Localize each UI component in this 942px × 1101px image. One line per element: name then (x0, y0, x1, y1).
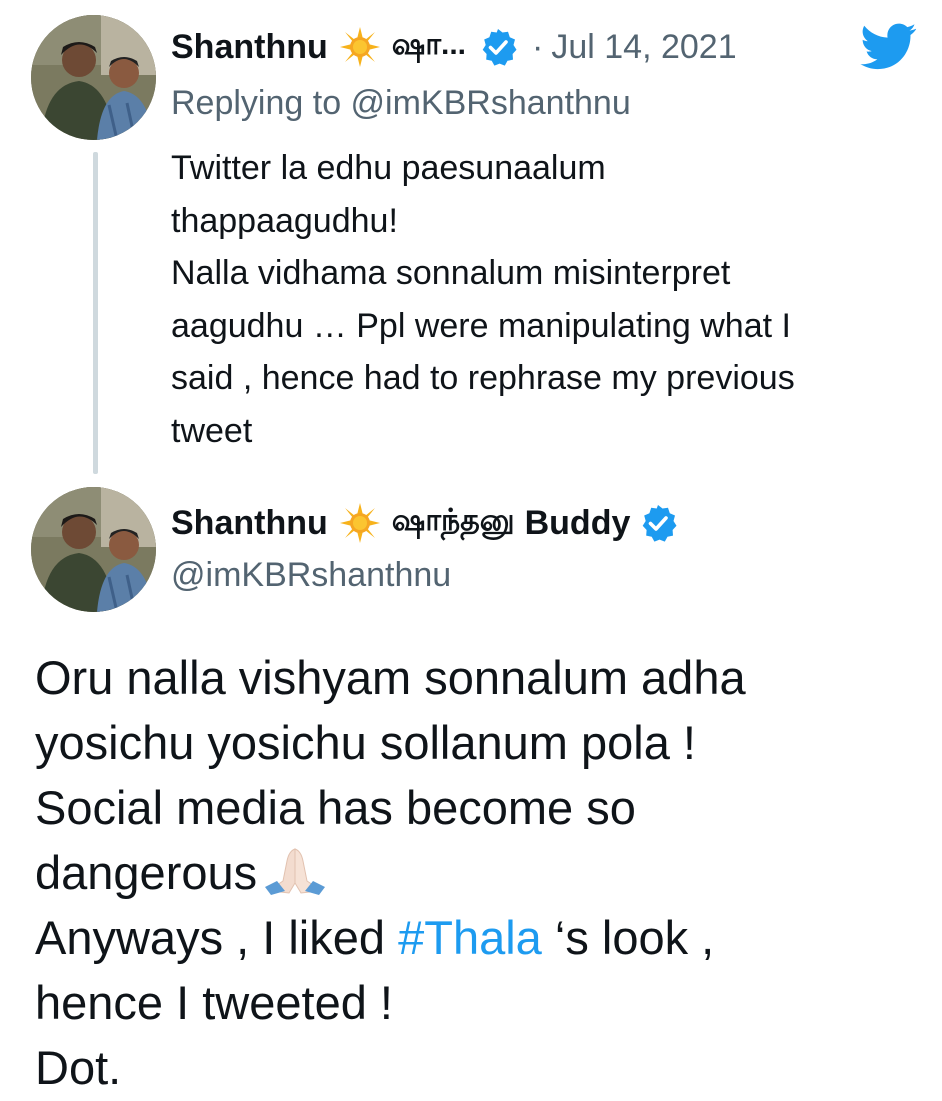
reply-text-line: thappaagudhu! (171, 201, 398, 240)
main-text-segment: ‘s look , (541, 911, 715, 964)
main-text-line: Social media has become so (35, 781, 636, 834)
reply-tweet-header: Shanthnu ஷா... · Jul 14, 2021 (171, 23, 737, 71)
main-text-line: dangerous (35, 840, 915, 905)
sun-emoji-icon (339, 503, 380, 543)
reply-text-line: aagudhu … Ppl were manipulating what I (171, 306, 791, 345)
author-handle[interactable]: @imKBRshanthnu (171, 556, 451, 595)
thread-connector-line (93, 152, 98, 474)
author-name[interactable]: Shanthnu (171, 28, 328, 67)
author-name-tamil[interactable]: ஷாந்தனு (392, 504, 515, 542)
twitter-bird-icon (860, 23, 917, 70)
author-name[interactable]: Shanthnu (171, 504, 328, 543)
main-tweet-header: Shanthnu ஷாந்தனு Buddy (171, 499, 678, 547)
reply-text-line: said , hence had to rephrase my previous (171, 359, 795, 397)
tweet-date[interactable]: Jul 14, 2021 (551, 28, 736, 67)
reply-text-line: tweet (171, 411, 253, 450)
verified-badge-icon (643, 505, 677, 542)
author-name-tamil[interactable]: ஷா... (392, 28, 466, 66)
main-text-line: yosichu yosichu sollanum pola ! (35, 716, 696, 769)
reply-text-line: Twitter la edhu paesunaalum (171, 149, 606, 187)
main-tweet-text: Oru nalla vishyam sonnalum adha yosichu … (35, 645, 915, 1100)
folded-hands-emoji-icon (265, 848, 326, 895)
sun-emoji-icon (339, 27, 380, 67)
main-text-line: Anyways , I liked #Thala ‘s look , (35, 905, 915, 970)
hashtag-link[interactable]: #Thala (398, 911, 542, 964)
dot-separator: · (532, 27, 544, 66)
main-text-line: Oru nalla vishyam sonnalum adha (35, 651, 746, 704)
replying-to-label[interactable]: Replying to @imKBRshanthnu (171, 84, 631, 123)
author-name-suffix[interactable]: Buddy (525, 504, 631, 543)
main-text-line: Dot. (35, 1041, 122, 1094)
reply-tweet-text: Twitter la edhu paesunaalum thappaagudhu… (171, 142, 911, 457)
avatar-main-tweet[interactable] (31, 487, 156, 612)
main-text-segment: Anyways , I liked (35, 911, 399, 964)
reply-text-line: Nalla vidhama sonnalum misinterpret (171, 254, 731, 292)
verified-badge-icon (482, 29, 517, 66)
main-text-line: hence I tweeted ! (35, 976, 393, 1029)
main-text-segment: dangerous (35, 846, 258, 899)
avatar-reply-tweet[interactable] (31, 15, 156, 140)
